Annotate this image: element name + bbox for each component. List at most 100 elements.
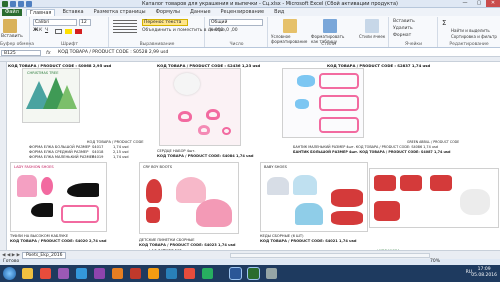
tab-file[interactable]: Файл [2, 8, 22, 16]
tab-home[interactable]: Главная [25, 8, 56, 16]
cutter-shape [374, 175, 396, 191]
autosum-icon[interactable]: Σ [442, 19, 446, 27]
tab-data[interactable]: Данные [187, 9, 214, 16]
tab-review[interactable]: Рецензирование [218, 9, 268, 16]
sheet-nav-arrows[interactable]: ◀ ◀ ▶ ▶ [2, 253, 20, 258]
start-button[interactable] [3, 267, 16, 280]
fx-icon[interactable]: fx [46, 50, 51, 56]
bootie-shape [176, 177, 206, 203]
photoshop-icon[interactable] [94, 268, 105, 279]
cell-styles-button[interactable]: Стили ячеек [359, 34, 387, 39]
app-icon[interactable] [58, 268, 69, 279]
product-code-header: КОД ТОВАРА / PRODUCT CODE [87, 140, 144, 144]
conditional-format-icon[interactable] [283, 19, 297, 33]
excel-icon[interactable] [2, 1, 8, 7]
product-image-trees[interactable]: CHRISTMAS TREE [22, 68, 80, 123]
editing-group: Σ Сортировка и фильтр Найти и выделить Р… [439, 17, 499, 47]
app-icon[interactable] [184, 268, 195, 279]
maximize-button[interactable]: ▢ [472, 0, 486, 7]
shoe-piece-shape [17, 175, 37, 197]
wrap-text-button[interactable]: Перенос текста [142, 19, 188, 26]
paste-label[interactable]: Вставить [1, 34, 23, 39]
product-image-hearts[interactable] [159, 68, 241, 146]
worksheet[interactable]: КОД ТОВАРА / PRODUCT CODE : S0068 2,95 u… [7, 62, 500, 253]
excel-icon[interactable] [247, 267, 260, 280]
product-title: LADY FASHION SHOES [14, 165, 54, 169]
product-image-bows[interactable] [282, 68, 364, 138]
tab-insert[interactable]: Вставка [59, 9, 86, 16]
quick-access-toolbar [2, 1, 32, 7]
heel-shoe-shape [31, 203, 53, 217]
delete-cells-button[interactable]: Удалить [393, 26, 413, 31]
editing-label: Редактирование [449, 42, 489, 47]
fill-color-icon[interactable] [65, 29, 72, 34]
app-icon[interactable] [266, 268, 277, 279]
heart-cutter-shape [198, 125, 210, 135]
font-color-icon[interactable] [75, 29, 82, 34]
app-icon[interactable] [112, 268, 123, 279]
product-name: КЕДЫ СБОРНЫЕ (6 ШТ) [260, 234, 304, 238]
format-table-icon[interactable] [323, 19, 337, 33]
product-name: СЕРДЦЕ НАБОР 4шт. [157, 149, 196, 153]
product-name: ДЕТСКИЕ ПИНЕТКИ СБОРНЫЕ [139, 238, 195, 242]
product-name: БАНТИК БОЛЬШОЙ РАЗМЕР 4шт. КОД ТОВАРА / … [293, 150, 451, 154]
product-image-cutters[interactable] [369, 168, 499, 228]
firefox-icon[interactable] [148, 268, 159, 279]
chrome-icon[interactable] [40, 268, 51, 279]
product-image-sneakers[interactable]: BABY SHOES [260, 162, 368, 232]
paste-icon[interactable] [3, 19, 17, 33]
app-icon[interactable] [76, 268, 87, 279]
font-group: Calibri 12 Ж К Ч Шрифт [31, 17, 109, 47]
tab-formulas[interactable]: Формулы [153, 9, 183, 16]
format-cells-button[interactable]: Формат [393, 33, 411, 38]
insert-cells-button[interactable]: Вставить [393, 19, 415, 24]
product-image-shoes[interactable]: LADY FASHION SHOES [10, 162, 107, 232]
cutter-shape [331, 189, 363, 207]
product-image-booties[interactable]: CRY BOY BOOTS [139, 162, 239, 234]
folder-icon[interactable] [22, 268, 33, 279]
word-icon[interactable] [229, 267, 242, 280]
align-icon[interactable] [113, 20, 137, 34]
rose-shape [174, 73, 200, 95]
italic-button[interactable]: К [39, 28, 42, 33]
save-icon[interactable] [10, 1, 16, 7]
cutter-shape [374, 201, 400, 221]
bootie-shape [196, 199, 232, 227]
number-group: Общий % 000 ,0 ,00 Число [206, 17, 268, 47]
product-price: 1,74 usd [113, 155, 129, 159]
product-name: БАНТИК МАЛЕНЬКИЙ РАЗМЕР 4шт. КОД ТОВАРА … [293, 145, 438, 149]
underline-button[interactable]: Ч [45, 28, 48, 33]
product-title: CRY BOY BOOTS [143, 165, 173, 169]
app-icon[interactable] [202, 268, 213, 279]
redo-icon[interactable] [26, 1, 32, 7]
cell-styles-icon[interactable] [365, 19, 379, 33]
sneaker-shape [295, 203, 323, 225]
tab-page-layout[interactable]: Разметка страницы [91, 9, 149, 16]
number-format-select[interactable]: Общий [209, 19, 263, 26]
tree-shape [57, 85, 77, 109]
close-button[interactable]: ✕ [486, 0, 500, 7]
app-icon[interactable] [166, 268, 177, 279]
app-icon[interactable] [130, 268, 141, 279]
cutter-shape [331, 211, 363, 225]
bold-button[interactable]: Ж [33, 28, 39, 33]
tab-view[interactable]: Вид [271, 9, 287, 16]
status-ready: Готово [3, 259, 20, 264]
sort-filter-button[interactable]: Сортировка и фильтр [451, 34, 497, 39]
sheet-tab[interactable]: Poets_Ekp_2016 [22, 252, 67, 259]
font-name-select[interactable]: Calibri [33, 19, 77, 26]
cutter-shape [319, 117, 359, 133]
cells-label: Ячейки [404, 42, 423, 47]
undo-icon[interactable] [18, 1, 24, 7]
ribbon-tabs: Файл Главная Вставка Разметка страницы Ф… [0, 8, 500, 16]
horizontal-scrollbar[interactable] [230, 253, 430, 258]
formula-input[interactable]: КОД ТОВАРА / PRODUCT CODE : S0528 2,99 u… [58, 50, 168, 56]
clock[interactable]: 17:09 05.08.2016 [471, 267, 497, 279]
find-select-button[interactable]: Найти и выделить [451, 28, 490, 33]
product-code: S4017 [92, 145, 104, 149]
percent-button[interactable]: % 000 ,0 ,00 [209, 28, 238, 33]
minimize-button[interactable]: — [458, 0, 472, 7]
name-box[interactable]: B125 [1, 50, 41, 56]
borders-icon[interactable] [55, 29, 62, 34]
font-size-select[interactable]: 12 [79, 19, 91, 26]
